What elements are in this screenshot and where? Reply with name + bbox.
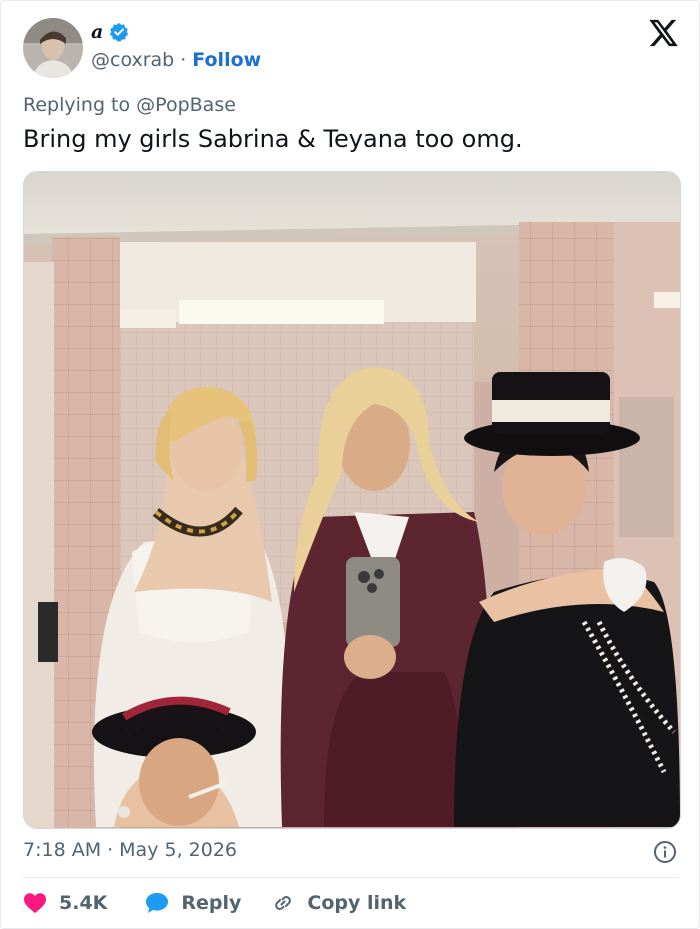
tweet-time: 7:18 AM <box>23 839 102 861</box>
tweet-text: Bring my girls Sabrina & Teyana too omg. <box>23 125 523 153</box>
separator-dot: · <box>107 839 114 861</box>
replying-prefix: Replying to <box>23 94 131 116</box>
verified-badge-icon <box>110 22 129 42</box>
author-name[interactable]: a <box>91 21 103 43</box>
reply-button[interactable]: Reply <box>145 892 241 914</box>
like-button[interactable]: 5.4K <box>23 892 107 914</box>
replying-target[interactable]: @PopBase <box>136 94 236 116</box>
follow-button[interactable]: Follow <box>192 49 261 71</box>
action-bar: 5.4K Reply Copy link <box>23 888 406 918</box>
replying-to: Replying to @PopBase <box>23 94 236 116</box>
author-handle[interactable]: @coxrab <box>91 49 174 71</box>
like-count: 5.4K <box>59 892 108 914</box>
link-icon <box>275 896 292 910</box>
separator-dot: · <box>180 49 187 71</box>
tweet-date: May 5, 2026 <box>119 839 237 861</box>
heart-icon <box>24 893 46 913</box>
avatar[interactable] <box>23 18 83 78</box>
tweet-photo[interactable] <box>23 171 681 829</box>
tweet-card: a @coxrab · Follow Replying to @PopBase … <box>0 0 700 929</box>
x-logo-icon[interactable] <box>649 19 679 47</box>
reply-bubble-icon <box>146 893 169 913</box>
copy-link-button[interactable]: Copy link <box>271 891 406 915</box>
tweet-timestamp[interactable]: 7:18 AM · May 5, 2026 <box>23 839 237 861</box>
reply-label: Reply <box>181 892 242 914</box>
copy-link-label: Copy link <box>307 892 407 914</box>
info-icon[interactable] <box>653 840 677 864</box>
divider <box>23 877 679 878</box>
